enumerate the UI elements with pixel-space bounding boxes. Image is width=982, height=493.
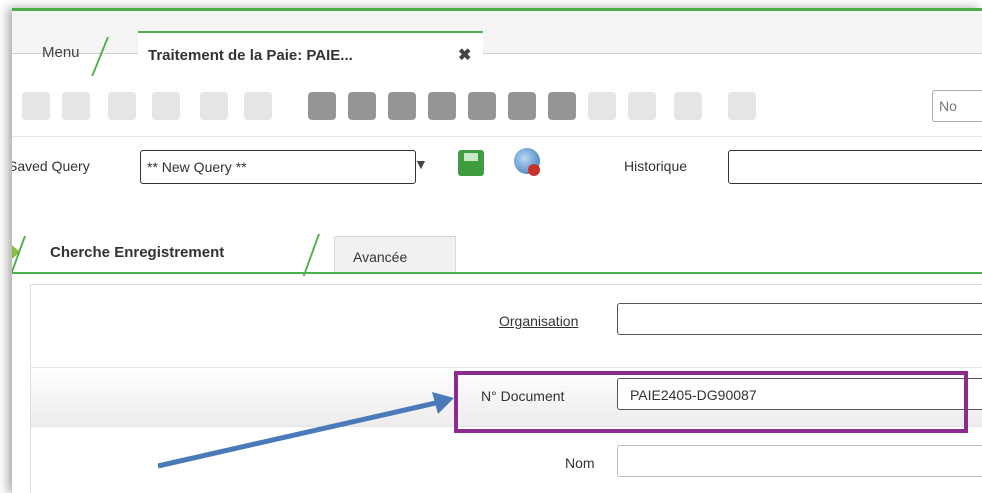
save-query-icon[interactable] [458, 150, 484, 176]
saved-query-row: Saved Query ** New Query ** ▼ Historique [12, 136, 982, 200]
document-highlight-box [454, 371, 968, 433]
copy-record-icon[interactable] [152, 92, 180, 120]
attachment-icon[interactable] [628, 92, 656, 120]
subtab-separator [302, 234, 320, 276]
arrow-right-icon [12, 245, 20, 259]
tab-advanced-label: Avancée [353, 249, 408, 265]
subtab-underline [12, 272, 982, 274]
copy-icon[interactable] [244, 92, 272, 120]
toolbar: No [12, 76, 982, 137]
history-input[interactable] [728, 150, 982, 184]
delete-selection-icon[interactable] [428, 92, 456, 120]
refresh-icon[interactable] [108, 92, 136, 120]
zoom-across-icon[interactable] [468, 92, 496, 120]
save-icon[interactable] [200, 92, 228, 120]
search-subtabs: Cherche Enregistrement Avancée [12, 218, 982, 276]
tab-menu[interactable]: Menu [42, 44, 80, 61]
delete-icon[interactable] [388, 92, 416, 120]
new-record-icon[interactable] [62, 92, 90, 120]
chart-icon[interactable] [548, 92, 576, 120]
grid-icon[interactable] [348, 92, 376, 120]
refresh-query-icon[interactable] [514, 148, 540, 176]
process-icon[interactable] [588, 92, 616, 120]
tab-payroll-processing[interactable]: Traitement de la Paie: PAIE... ✖ [138, 31, 483, 77]
form-row-nom: Nom [31, 433, 982, 489]
window-tab-bar: Menu Traitement de la Paie: PAIE... ✖ [12, 11, 982, 77]
history-label: Historique [624, 158, 688, 174]
tab-search-record[interactable]: Cherche Enregistrement [50, 244, 224, 261]
tab-payroll-label: Traitement de la Paie: PAIE... [148, 47, 353, 64]
caret-down-icon[interactable]: ▼ [414, 156, 428, 172]
archive-icon[interactable] [728, 92, 756, 120]
toolbar-search-input[interactable]: No [932, 90, 982, 122]
tab-separator [90, 37, 109, 77]
find-icon[interactable] [508, 92, 536, 120]
close-icon[interactable]: ✖ [458, 45, 471, 65]
organisation-field[interactable] [617, 303, 982, 335]
undo-icon[interactable] [22, 92, 50, 120]
nom-label: Nom [565, 455, 595, 471]
saved-query-label: Saved Query [12, 158, 90, 174]
user-icon[interactable] [674, 92, 702, 120]
print-icon[interactable] [308, 92, 336, 120]
tab-advanced[interactable]: Avancée [334, 236, 456, 273]
organisation-label[interactable]: Organisation [499, 313, 578, 329]
nom-field[interactable] [617, 445, 982, 477]
saved-query-select[interactable]: ** New Query ** [140, 150, 416, 184]
form-row-organisation: Organisation [31, 293, 982, 349]
